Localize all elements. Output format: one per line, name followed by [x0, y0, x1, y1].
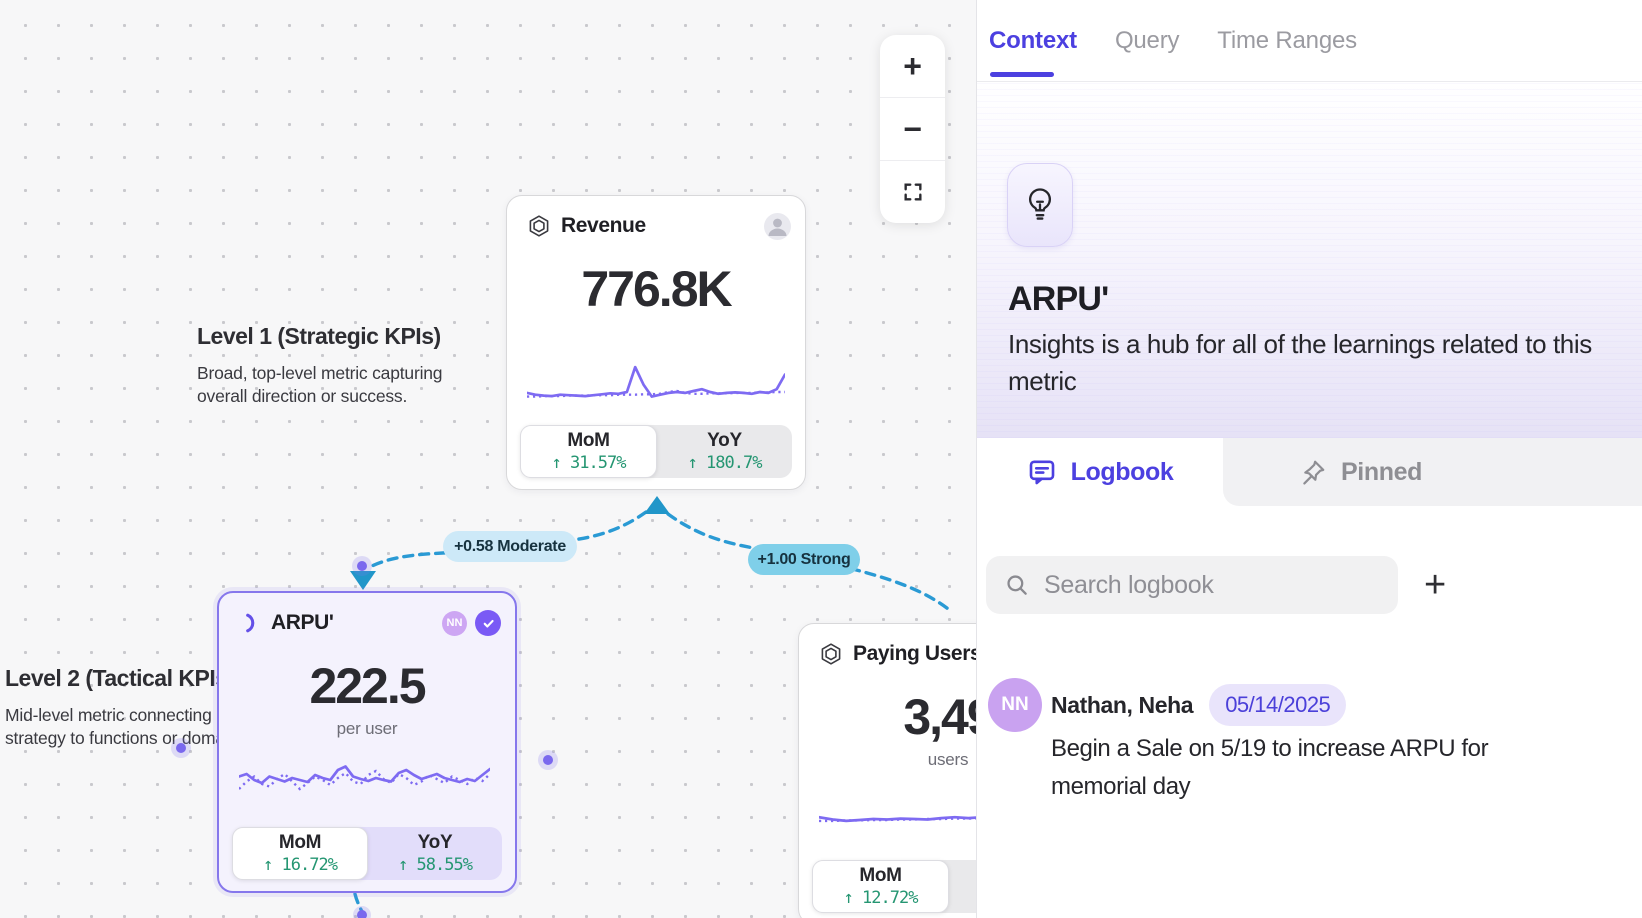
- fit-view-button[interactable]: [880, 160, 945, 223]
- metric-tree-canvas[interactable]: Level 1 (Strategic KPIs) Broad, top-leve…: [0, 0, 976, 918]
- search-icon: [1004, 572, 1030, 598]
- zoom-in-button[interactable]: +: [880, 35, 945, 97]
- mom-toggle[interactable]: MoM ↑ 12.72%: [812, 860, 949, 913]
- tab-pinned[interactable]: Pinned: [1223, 438, 1642, 506]
- logbook-search-row: +: [977, 556, 1642, 616]
- insight-tile-button[interactable]: [1007, 163, 1073, 247]
- pinned-label: Pinned: [1341, 458, 1422, 487]
- lightbulb-icon: [1023, 186, 1057, 224]
- collaborator-badge[interactable]: NN: [442, 611, 467, 636]
- metric-context-hero: ARPU' Insights is a hub for all of the l…: [977, 82, 1642, 438]
- tab-context[interactable]: Context: [989, 0, 1077, 81]
- metric-value: 776.8K: [507, 260, 805, 318]
- person-icon: [764, 213, 791, 240]
- metric-card-arpu[interactable]: ARPU' NN 222.5 per user MoM ↑ 16.72%: [217, 591, 517, 893]
- metric-description: Insights is a hub for all of the learnin…: [1008, 326, 1608, 400]
- logbook-pinned-tabs: Logbook Pinned: [977, 438, 1642, 506]
- mom-toggle[interactable]: MoM ↑ 31.57%: [520, 425, 657, 478]
- level-1-title: Level 1 (Strategic KPIs): [197, 323, 487, 350]
- owner-avatar[interactable]: [764, 213, 791, 240]
- connection-handle[interactable]: [538, 750, 558, 770]
- card-title: Paying Users': [853, 642, 986, 666]
- connection-handle[interactable]: [353, 906, 371, 918]
- logbook-icon: [1027, 457, 1057, 487]
- yoy-toggle[interactable]: YoY ↑ 180.7%: [657, 425, 792, 478]
- period-toggle-group: MoM ↑ 31.57% YoY ↑ 180.7%: [520, 425, 792, 478]
- yoy-toggle[interactable]: YoY ↑ 58.55%: [368, 827, 502, 880]
- entry-date-badge[interactable]: 05/14/2025: [1209, 684, 1346, 726]
- pushpin-icon: [1299, 458, 1327, 486]
- tab-query[interactable]: Query: [1115, 0, 1179, 81]
- add-log-entry-button[interactable]: +: [1410, 560, 1460, 610]
- entry-avatar: NN: [988, 678, 1042, 732]
- sparkline-chart: [239, 751, 490, 807]
- metric-unit: per user: [219, 719, 515, 739]
- level-1-annotation: Level 1 (Strategic KPIs) Broad, top-leve…: [197, 323, 487, 408]
- card-title: Revenue: [561, 214, 646, 238]
- metric-name-heading: ARPU': [1008, 280, 1108, 319]
- correlation-label-strong[interactable]: +1.00 Strong: [748, 544, 860, 575]
- crescent-icon: [239, 612, 261, 634]
- logbook-search[interactable]: [986, 556, 1398, 614]
- fullscreen-icon: [902, 181, 924, 203]
- edge-arpu-child: [355, 894, 362, 912]
- insights-panel: Context Query Time Ranges ARPU' Insights…: [976, 0, 1642, 918]
- tab-time-ranges[interactable]: Time Ranges: [1217, 0, 1357, 81]
- arrowhead-into-arpu: [350, 571, 376, 590]
- correlation-label-moderate[interactable]: +0.58 Moderate: [443, 531, 577, 562]
- metric-card-revenue[interactable]: Revenue 776.8K MoM ↑ 31.57% YoY: [506, 195, 806, 490]
- mom-toggle[interactable]: MoM ↑ 16.72%: [232, 827, 368, 880]
- metric-value: 222.5: [219, 657, 515, 715]
- arrowhead-into-revenue: [644, 496, 670, 514]
- card-title: ARPU': [271, 611, 334, 635]
- app: Level 1 (Strategic KPIs) Broad, top-leve…: [0, 0, 1642, 918]
- connection-handle[interactable]: [352, 556, 372, 576]
- logbook-label: Logbook: [1071, 458, 1174, 487]
- sparkline-chart: [527, 354, 785, 406]
- entry-text: Begin a Sale on 5/19 to increase ARPU fo…: [1051, 730, 1491, 806]
- zoom-out-button[interactable]: −: [880, 97, 945, 160]
- tab-logbook[interactable]: Logbook: [977, 438, 1223, 506]
- level-1-description: Broad, top-level metric capturing overal…: [197, 362, 487, 408]
- hexagon-icon: [527, 214, 551, 238]
- hexagon-icon: [819, 642, 843, 666]
- period-toggle-group: MoM ↑ 16.72% YoY ↑ 58.55%: [232, 827, 502, 880]
- canvas-zoom-controls: + −: [880, 35, 945, 223]
- entry-author: Nathan, Neha: [1051, 692, 1193, 719]
- search-input[interactable]: [1044, 571, 1398, 600]
- verified-badge-icon: [475, 610, 501, 636]
- panel-tab-bar: Context Query Time Ranges: [977, 0, 1642, 82]
